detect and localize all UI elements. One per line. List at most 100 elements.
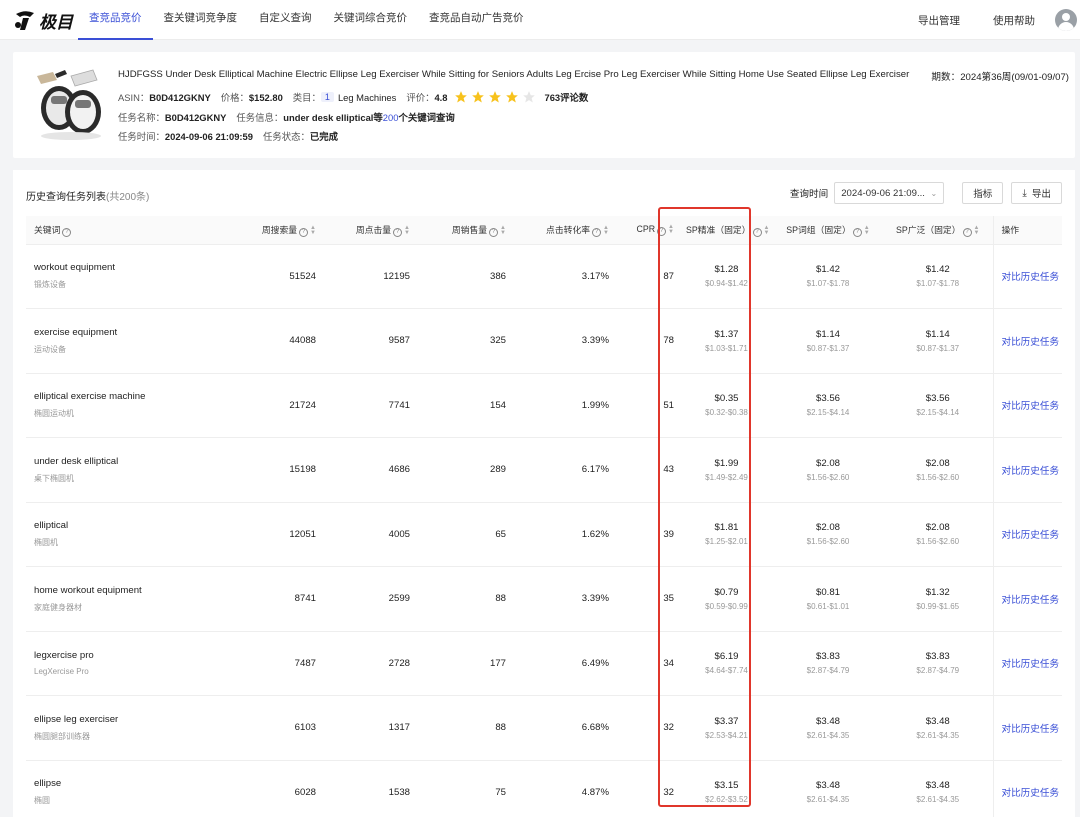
col-cpr[interactable]: CPR ?▲ ▼: [615, 216, 680, 245]
sp-phrase-range: $0.61-$1.01: [806, 601, 850, 611]
keyword-translation: 桌下椭圆机: [34, 473, 74, 483]
nav-custom-query[interactable]: 自定义查询: [248, 0, 323, 40]
sort-icon[interactable]: ▲ ▼: [764, 225, 770, 236]
logo-icon: [15, 11, 34, 30]
cpr: 87: [615, 244, 680, 309]
compare-history-link[interactable]: 对比历史任务: [1002, 595, 1060, 606]
help-icon[interactable]: ?: [393, 227, 403, 237]
query-time-select[interactable]: 2024-09-06 21:09... ⌄: [834, 182, 945, 204]
col-weekly-clicks[interactable]: 周点击量 ?▲ ▼: [322, 216, 416, 245]
compare-history-link[interactable]: 对比历史任务: [1002, 530, 1060, 541]
review-count: 763评论数: [544, 92, 589, 103]
ctr: 1.99%: [512, 373, 615, 438]
compare-history-link[interactable]: 对比历史任务: [1002, 788, 1060, 799]
help-icon[interactable]: ?: [299, 227, 309, 237]
ctr: 6.68%: [512, 695, 615, 761]
weekly-search: 8741: [234, 566, 322, 632]
col-weekly-search[interactable]: 周搜索量 ?▲ ▼: [234, 216, 322, 245]
weekly-clicks: 1538: [322, 760, 416, 817]
col-weekly-clicks-label: 周点击量: [355, 224, 392, 235]
nav-keyword-competition[interactable]: 查关键词竞争度: [153, 0, 249, 40]
list-count: (共200条): [106, 192, 150, 203]
sp-exact-range: $2.53-$4.21: [705, 730, 748, 740]
cpr: 32: [615, 695, 680, 761]
help-icon[interactable]: ?: [962, 227, 972, 237]
help-link[interactable]: 使用帮助: [993, 13, 1035, 28]
sort-icon[interactable]: ▲ ▼: [864, 225, 870, 236]
col-weekly-sales-label: 周销售量: [451, 224, 488, 235]
compare-history-link[interactable]: 对比历史任务: [1002, 401, 1060, 412]
sp-exact-range: $1.03-$1.71: [705, 343, 748, 353]
help-icon[interactable]: ?: [592, 227, 602, 237]
keyword: ellipse leg exerciser: [34, 713, 119, 725]
keyword-translation: LegXercise Pro: [34, 667, 89, 677]
chevron-down-icon: ⌄: [930, 188, 938, 198]
col-sp-exact[interactable]: SP精准（固定） ?▲ ▼: [680, 216, 773, 245]
compare-history-link[interactable]: 对比历史任务: [1002, 272, 1060, 283]
weekly-search: 12051: [234, 502, 322, 567]
sort-icon[interactable]: ▲ ▼: [404, 225, 410, 236]
help-icon[interactable]: ?: [62, 227, 72, 237]
col-sp-broad[interactable]: SP广泛（固定） ?▲ ▼: [883, 216, 993, 245]
table-header-row: 关键词? 周搜索量 ?▲ ▼ 周点击量 ?▲ ▼ 周销售量 ?▲ ▼ 点击转化率 ?▲ ▼ CP…: [26, 216, 1062, 245]
ctr: 3.17%: [512, 244, 615, 309]
cpr: 39: [615, 502, 680, 567]
weekly-clicks: 2599: [322, 566, 416, 632]
sort-icon[interactable]: ▲ ▼: [603, 225, 609, 236]
compare-history-link[interactable]: 对比历史任务: [1002, 337, 1060, 348]
nav-competitor-bid[interactable]: 查竞品竞价: [78, 0, 153, 40]
table-row: elliptical exercise machine 椭圆运动机 21724 7…: [26, 373, 1062, 438]
cpr: 43: [615, 437, 680, 503]
sp-exact-range: $2.62-$3.52: [705, 795, 748, 805]
sp-phrase-bid: $3.48: [815, 715, 840, 727]
user-avatar-icon[interactable]: [1055, 9, 1077, 31]
weekly-sales: 65: [416, 502, 512, 567]
help-icon[interactable]: ?: [489, 227, 499, 237]
weekly-search: 51524: [234, 244, 322, 309]
sort-icon[interactable]: ▲ ▼: [500, 225, 506, 236]
help-icon[interactable]: ?: [852, 227, 862, 237]
sp-phrase-range: $2.87-$4.79: [806, 666, 850, 676]
sp-exact-bid: $1.81: [714, 522, 739, 534]
weekly-clicks: 12195: [322, 244, 416, 309]
help-icon[interactable]: ?: [657, 226, 667, 236]
sp-broad-range: $2.15-$4.14: [916, 408, 960, 418]
task-info-prefix: under desk elliptical等: [283, 112, 383, 123]
ctr: 4.87%: [512, 760, 615, 817]
sort-icon[interactable]: ▲ ▼: [668, 224, 674, 235]
weekly-search: 15198: [234, 437, 322, 503]
sp-exact-bid: $1.28: [714, 264, 739, 276]
col-weekly-sales[interactable]: 周销售量 ?▲ ▼: [416, 216, 512, 245]
col-ctr-label: 点击转化率: [546, 224, 591, 235]
compare-history-link[interactable]: 对比历史任务: [1002, 466, 1060, 477]
nav-keyword-overall-bid[interactable]: 关键词综合竞价: [323, 0, 419, 40]
period-value: 2024第36周(09/01-09/07): [960, 72, 1069, 83]
sort-icon[interactable]: ▲ ▼: [974, 225, 980, 236]
task-status-value: 已完成: [309, 131, 339, 142]
metrics-button[interactable]: 指标: [962, 182, 1004, 204]
export-management-link[interactable]: 导出管理: [918, 13, 960, 28]
cpr: 51: [615, 373, 680, 438]
logo[interactable]: 极目: [12, 7, 73, 33]
weekly-search: 7487: [234, 631, 322, 696]
sp-exact-bid: $0.35: [714, 393, 739, 405]
export-button[interactable]: ⤓ 导出: [1011, 182, 1062, 204]
help-icon[interactable]: ?: [752, 227, 762, 237]
price-value: $152.80: [248, 91, 283, 103]
query-time-label: 查询时间: [789, 189, 829, 200]
col-sp-phrase[interactable]: SP词组（固定） ?▲ ▼: [773, 216, 883, 245]
sort-icon[interactable]: ▲ ▼: [310, 225, 316, 236]
col-ctr[interactable]: 点击转化率 ?▲ ▼: [512, 216, 615, 245]
sp-broad-range: $2.61-$4.35: [916, 795, 960, 805]
keyword: exercise equipment: [34, 326, 118, 338]
compare-history-link[interactable]: 对比历史任务: [1002, 659, 1060, 670]
product-title: HJDFGSS Under Desk Elliptical Machine El…: [118, 69, 910, 80]
compare-history-link[interactable]: 对比历史任务: [1002, 724, 1060, 735]
sp-phrase-bid: $3.56: [815, 393, 840, 405]
col-cpr-label: CPR: [636, 223, 656, 234]
nav-competitor-auto-ad-bid[interactable]: 查竞品自动广告竞价: [418, 0, 535, 40]
task-info-count[interactable]: 200: [383, 112, 399, 123]
sp-exact-range: $4.64-$7.74: [705, 666, 748, 676]
cpr: 32: [615, 760, 680, 817]
weekly-sales: 325: [416, 308, 512, 374]
